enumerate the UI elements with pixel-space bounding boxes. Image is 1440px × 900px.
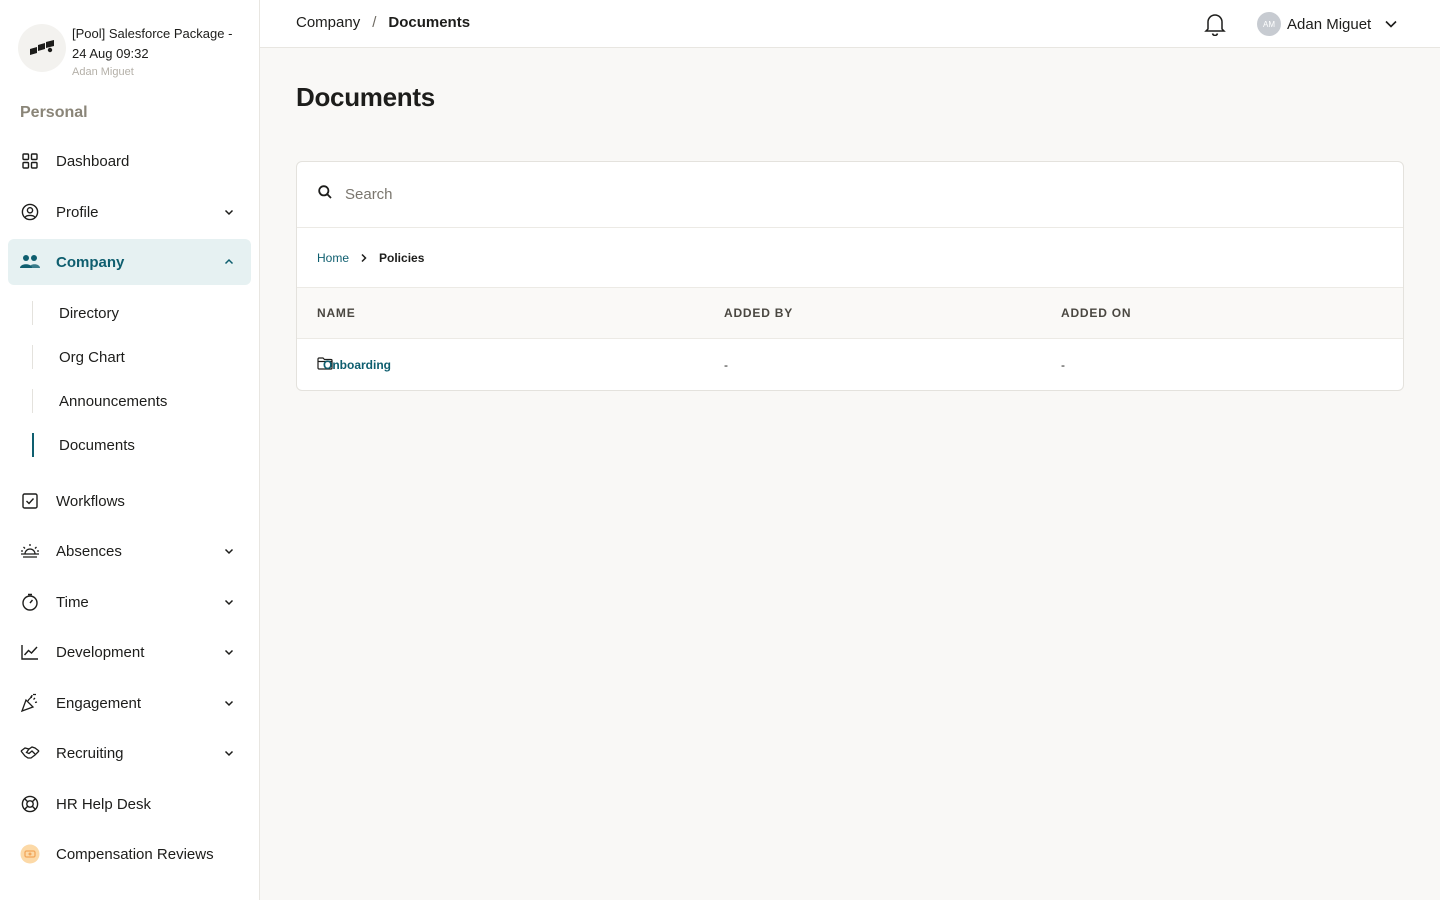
chevron-down-icon	[219, 693, 239, 713]
sidebar-item-label: Recruiting	[56, 744, 124, 762]
sidebar-item-workflows[interactable]: Workflows	[8, 478, 251, 524]
checkbox-icon	[20, 491, 40, 511]
lifebuoy-icon	[20, 794, 40, 814]
section-label-personal: Personal	[20, 104, 88, 121]
page-title: Documents	[296, 82, 435, 112]
org-name-line2: 24 Aug 09:32	[72, 46, 149, 61]
breadcrumb-company[interactable]: Company	[296, 14, 360, 31]
folder-breadcrumb: Home Policies	[297, 228, 1403, 288]
sidebar-item-label: Absences	[56, 542, 122, 560]
people-icon	[20, 252, 40, 272]
sidebar-item-label: Company	[56, 253, 125, 271]
chevron-down-icon	[219, 642, 239, 662]
search-input[interactable]	[345, 186, 1245, 203]
sidebar-item-absences[interactable]: Absences	[8, 528, 251, 574]
org-switcher[interactable]: [Pool] Salesforce Package - 24 Aug 09:32…	[18, 24, 250, 84]
sidebar-subitem-org-chart[interactable]: Org Chart	[32, 345, 232, 369]
sidebar-item-label: Development	[56, 643, 145, 661]
top-bar: Company / Documents AM Adan Miguet	[260, 0, 1440, 48]
search-bar	[297, 162, 1403, 228]
sidebar-item-recruiting[interactable]: Recruiting	[8, 730, 251, 776]
sidebar-item-engagement[interactable]: Engagement	[8, 680, 251, 726]
folder-name: Onboarding	[323, 358, 391, 372]
folder-breadcrumb-home[interactable]: Home	[317, 251, 349, 265]
chevron-right-icon	[359, 253, 369, 263]
chevron-down-icon	[219, 592, 239, 612]
column-header-name[interactable]: NAME	[317, 306, 356, 320]
sidebar-item-label: Compensation Reviews	[56, 845, 214, 863]
search-icon	[317, 184, 333, 205]
sidebar-item-hr-help-desk[interactable]: HR Help Desk	[8, 781, 251, 827]
breadcrumb-separator: /	[372, 14, 377, 31]
column-header-added-by[interactable]: ADDED BY	[724, 306, 793, 320]
org-logo	[18, 24, 66, 72]
sidebar-item-label: HR Help Desk	[56, 795, 152, 813]
sidebar-item-company[interactable]: Company	[8, 239, 251, 285]
avatar: AM	[1257, 12, 1281, 36]
handshake-icon	[20, 743, 40, 763]
user-name: Adan Miguet	[1287, 15, 1372, 33]
cell-added-by: -	[724, 358, 728, 372]
sidebar-subitem-announcements[interactable]: Announcements	[32, 389, 232, 413]
money-icon	[20, 844, 40, 864]
bell-icon[interactable]	[1204, 12, 1226, 37]
chevron-down-icon	[219, 541, 239, 561]
sidebar: [Pool] Salesforce Package - 24 Aug 09:32…	[0, 0, 260, 900]
sidebar-item-label: Time	[56, 593, 89, 611]
breadcrumb: Company / Documents	[296, 14, 470, 31]
chevron-down-icon	[1383, 15, 1401, 33]
sidebar-item-label: Profile	[56, 203, 99, 221]
chevron-down-icon	[219, 202, 239, 222]
stopwatch-icon	[20, 592, 40, 612]
org-name-line1: [Pool] Salesforce Package -	[72, 26, 233, 41]
sidebar-item-label: Dashboard	[56, 152, 130, 170]
sunrise-icon	[20, 541, 40, 561]
user-circle-icon	[20, 202, 40, 222]
table-row[interactable]: Onboarding - -	[297, 339, 1403, 390]
grid-icon	[20, 151, 40, 171]
sidebar-item-time[interactable]: Time	[8, 579, 251, 625]
column-header-added-on[interactable]: ADDED ON	[1061, 306, 1131, 320]
breadcrumb-documents: Documents	[388, 14, 471, 31]
table-header: NAME ADDED BY ADDED ON	[297, 288, 1403, 339]
user-menu[interactable]: AM Adan Miguet	[1257, 12, 1401, 36]
chevron-down-icon	[219, 743, 239, 763]
sidebar-item-dashboard[interactable]: Dashboard	[8, 138, 251, 184]
folder-breadcrumb-current: Policies	[379, 250, 425, 265]
chevron-up-icon	[219, 252, 239, 272]
sidebar-subitem-documents[interactable]: Documents	[32, 433, 232, 457]
party-icon	[20, 693, 40, 713]
sidebar-item-label: Engagement	[56, 694, 142, 712]
sidebar-item-compensation-reviews[interactable]: Compensation Reviews	[8, 831, 251, 877]
sidebar-item-label: Workflows	[56, 492, 125, 510]
sidebar-item-development[interactable]: Development	[8, 629, 251, 675]
sidebar-subitem-directory[interactable]: Directory	[32, 301, 232, 325]
cell-added-on: -	[1061, 358, 1065, 372]
sidebar-item-profile[interactable]: Profile	[8, 189, 251, 235]
chart-line-icon	[20, 642, 40, 662]
org-user: Adan Miguet	[72, 66, 134, 78]
documents-card: Home Policies NAME ADDED BY ADDED ON Onb…	[296, 161, 1404, 391]
